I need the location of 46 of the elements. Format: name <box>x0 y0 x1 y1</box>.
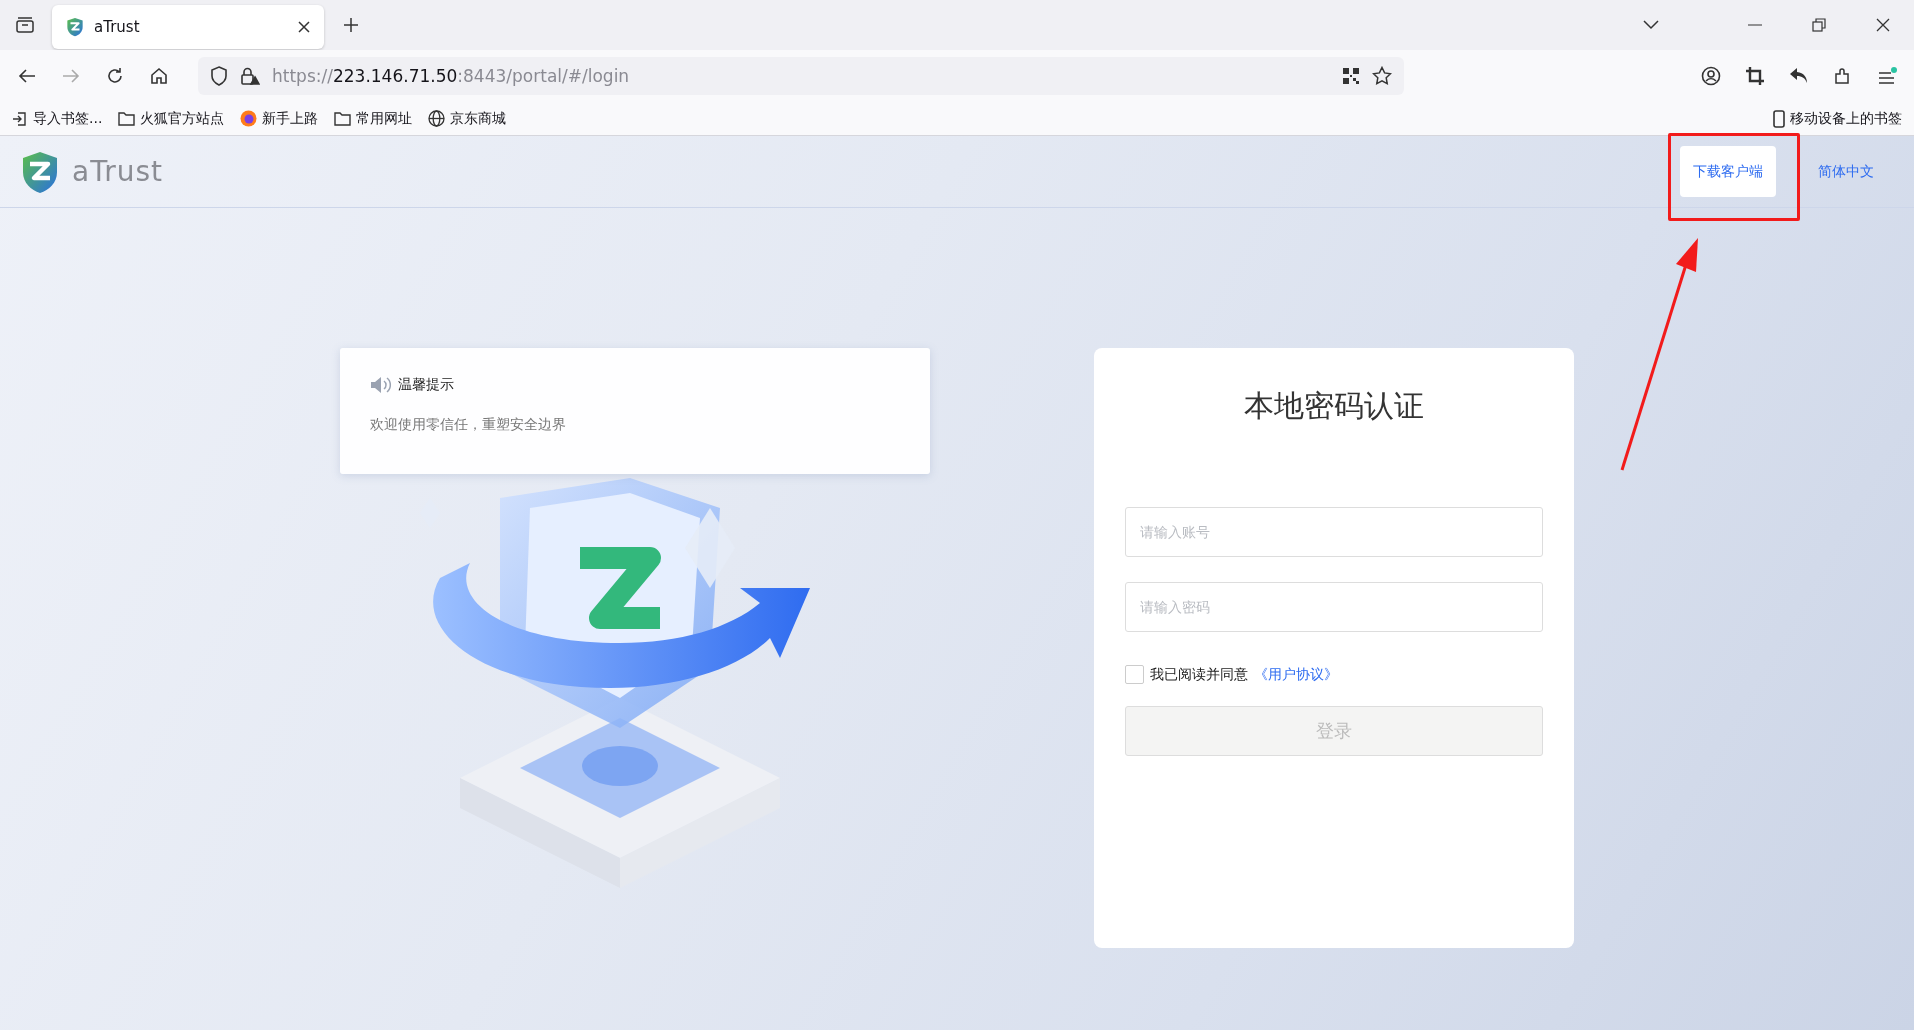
phone-icon <box>1773 109 1785 128</box>
shield-logo-icon <box>20 149 60 194</box>
close-button[interactable] <box>1876 18 1890 32</box>
qr-code-icon[interactable] <box>1342 67 1360 85</box>
shield-logo-icon <box>66 17 84 37</box>
download-client-button[interactable]: 下载客户端 <box>1680 146 1776 197</box>
lock-warning-icon <box>240 66 260 86</box>
folder-icon <box>118 111 136 126</box>
password-input[interactable]: 请输入密码 <box>1125 582 1543 632</box>
menu-icon[interactable] <box>1877 67 1897 85</box>
shield-icon <box>210 66 228 86</box>
notice-title: 温馨提示 <box>398 376 454 394</box>
agreement-checkbox[interactable] <box>1125 665 1144 684</box>
bookmark-link[interactable]: 导入书签... <box>12 109 103 128</box>
crop-icon[interactable] <box>1745 66 1765 86</box>
back-button[interactable] <box>18 68 36 84</box>
globe-icon <box>428 110 446 127</box>
star-icon[interactable] <box>1372 66 1392 86</box>
undo-arrow-icon[interactable] <box>1789 67 1809 85</box>
bookmark-link[interactable]: 移动设备上的书签 <box>1773 109 1902 128</box>
home-button[interactable] <box>150 67 168 85</box>
new-tab-button[interactable] <box>343 17 359 33</box>
address-field[interactable]: https://223.146.71.50:8443/portal/#/login <box>198 57 1404 95</box>
tab-list-button[interactable] <box>15 16 35 34</box>
language-link[interactable]: 简体中文 <box>1818 162 1874 181</box>
fox-logo-icon <box>240 110 258 127</box>
restore-button[interactable] <box>1812 18 1826 32</box>
url-text: https://223.146.71.50:8443/portal/#/login <box>272 66 631 86</box>
bookmark-link[interactable]: 新手上路 <box>240 109 319 128</box>
brand-name: aTrust <box>72 155 163 188</box>
bookmark-link[interactable]: 常用网址 <box>334 109 413 128</box>
user-agreement-link[interactable]: 《用户协议》 <box>1254 665 1338 684</box>
reload-button[interactable] <box>106 67 124 85</box>
notice-message: 欢迎使用零信任，重塑安全边界 <box>370 416 567 434</box>
chevron-down-icon[interactable] <box>1643 20 1659 30</box>
account-input[interactable]: 请输入账号 <box>1125 507 1543 557</box>
login-title: 本地密码认证 <box>1243 387 1425 425</box>
close-icon[interactable] <box>298 21 310 33</box>
account-icon[interactable] <box>1701 66 1721 86</box>
agreement-text: 我已阅读并同意 <box>1150 665 1248 684</box>
import-icon <box>12 110 28 127</box>
browser-tab[interactable]: aTrust <box>52 5 324 49</box>
bookmark-link[interactable]: 京东商城 <box>428 109 507 128</box>
folder-icon <box>334 111 352 126</box>
bookmark-link[interactable]: 火狐官方站点 <box>118 109 225 128</box>
speaker-icon <box>370 376 392 394</box>
